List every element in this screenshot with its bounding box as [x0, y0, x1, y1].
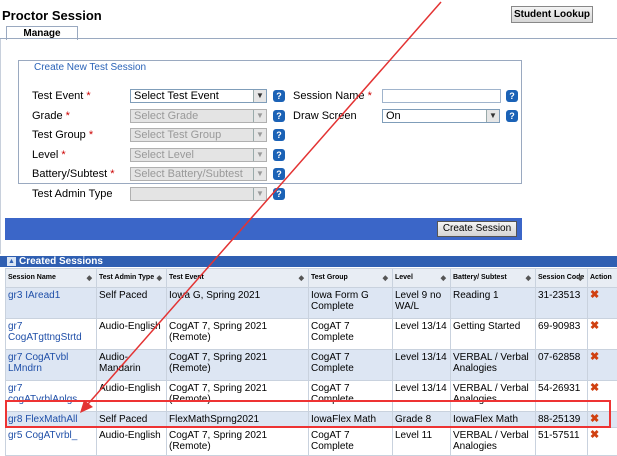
delete-icon[interactable]: ✖ [590, 429, 599, 441]
test-event-cell: CogAT 7, Spring 2021 (Remote) [167, 428, 309, 456]
battery-cell: VERBAL / Verbal Analogies [451, 428, 536, 456]
annotation-arrow [0, 0, 617, 430]
test-group-cell: CogAT 7 Complete [309, 428, 393, 456]
action-cell: ✖ [588, 428, 617, 456]
level-cell: Level 11 [393, 428, 451, 456]
admin-type-cell: Audio-English [97, 428, 167, 456]
table-row: gr5 CogATvrbl_ Audio-English CogAT 7, Sp… [6, 428, 617, 456]
session-name-link[interactable]: gr5 CogATvrbl_ [6, 428, 97, 456]
session-code-cell: 51-57511 [536, 428, 588, 456]
